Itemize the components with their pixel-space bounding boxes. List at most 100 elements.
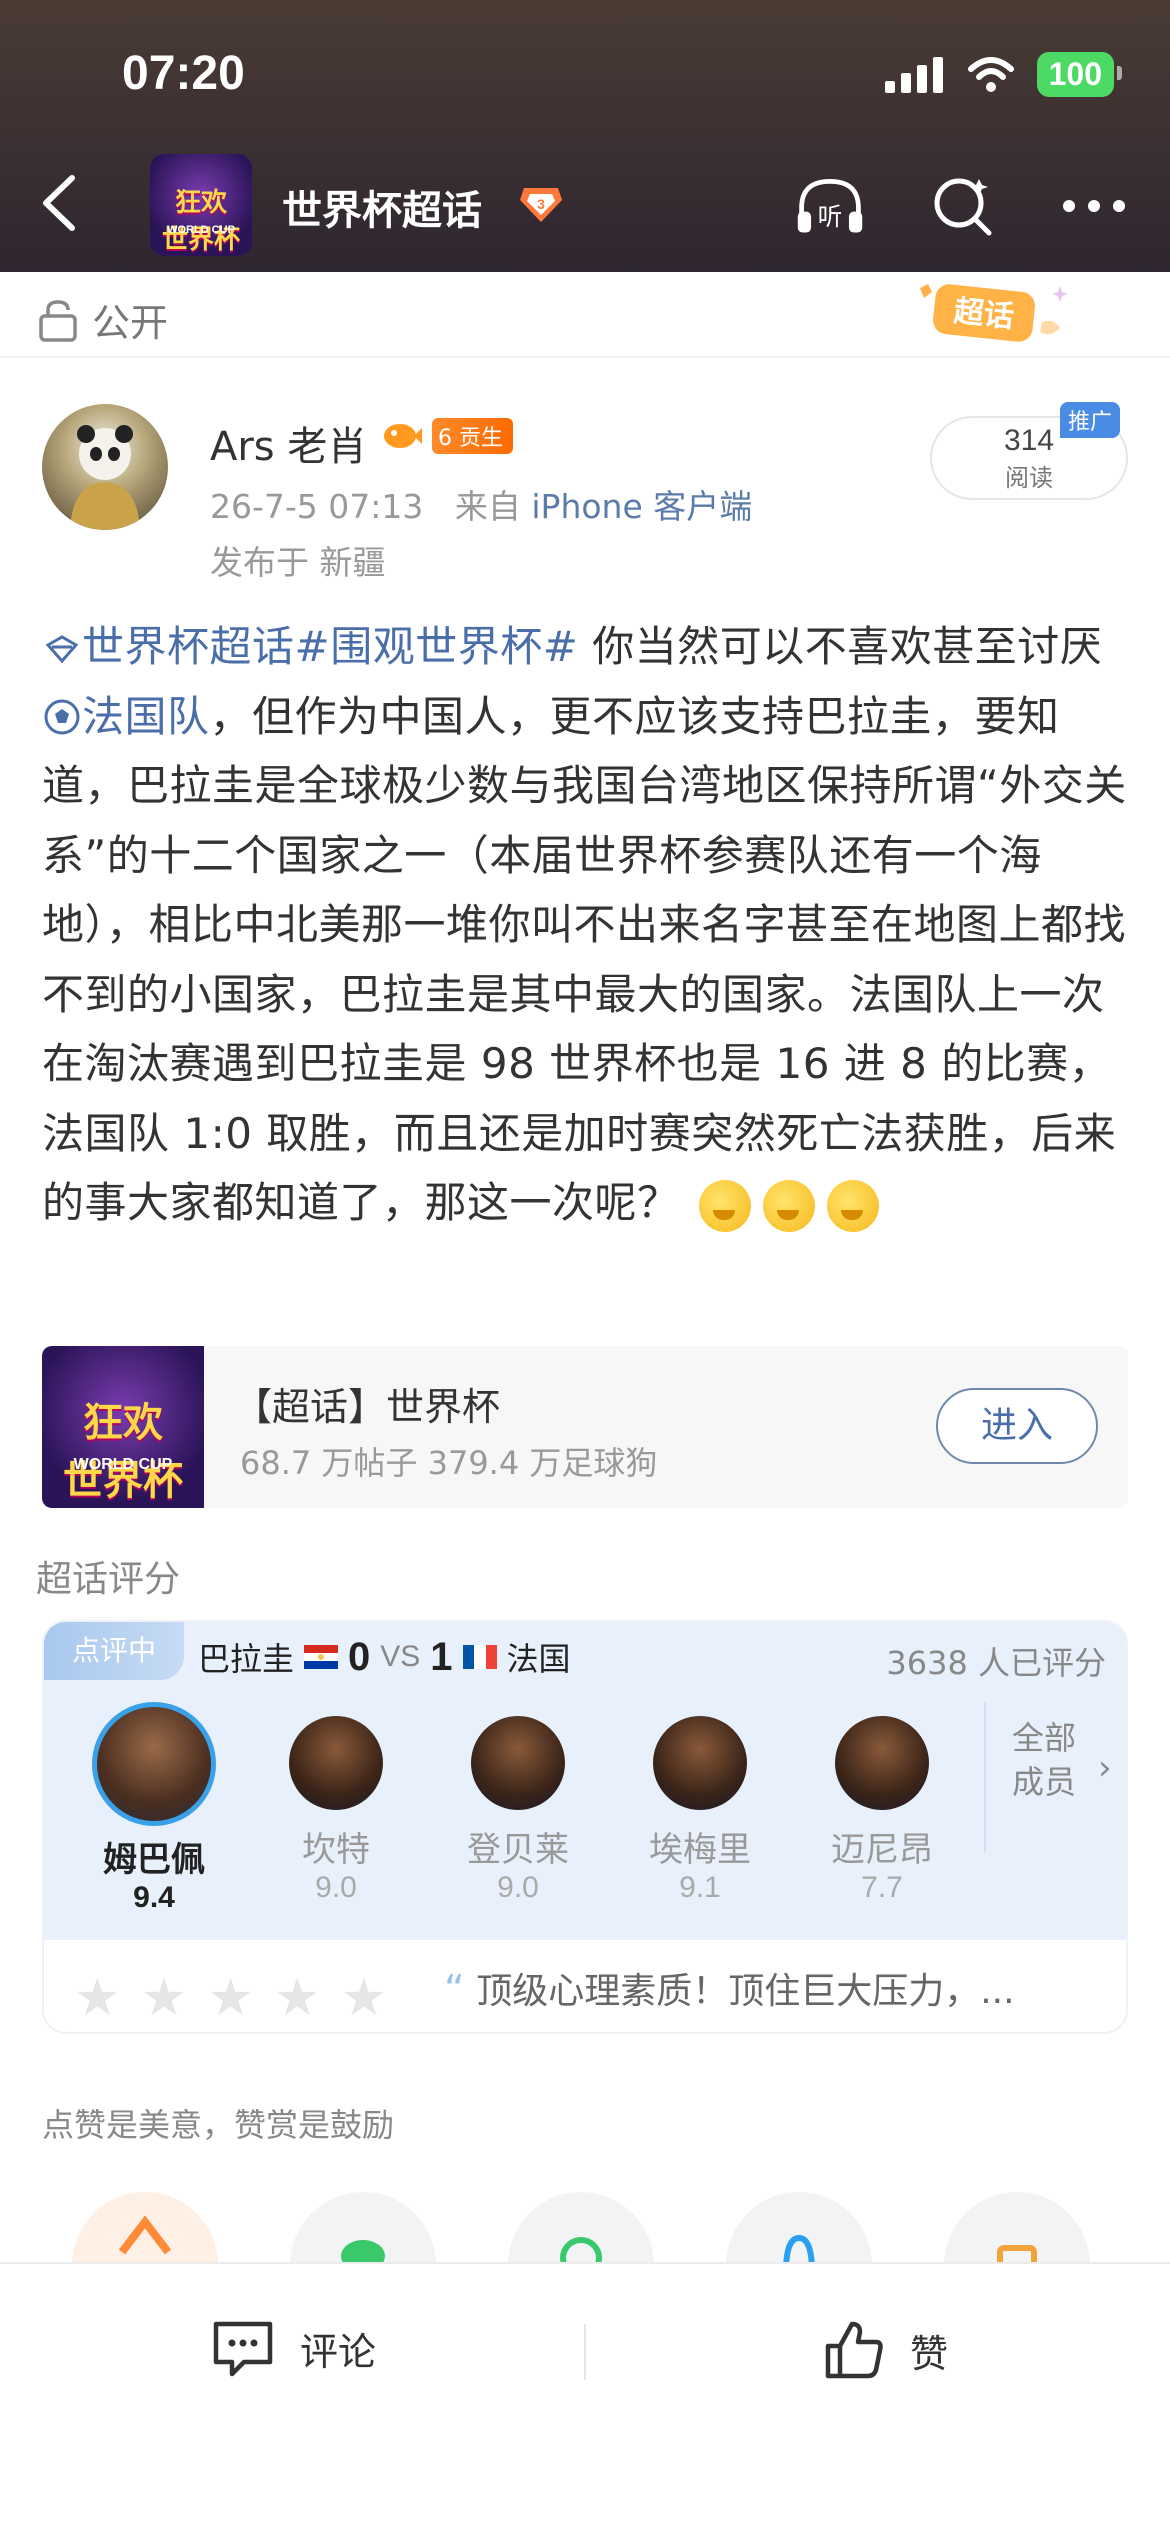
panda-avatar-icon <box>70 425 140 530</box>
star-icon[interactable]: ★ <box>74 1972 121 2024</box>
svg-text:3: 3 <box>537 196 545 212</box>
headphones-listen-icon: 听 <box>797 178 863 233</box>
player-avatar <box>92 1702 216 1826</box>
rated-count: 3638 人已评分 <box>886 1644 1106 1682</box>
group-logo-text: 狂欢 世界杯 <box>161 188 240 255</box>
comment-icon <box>213 2321 273 2377</box>
team-link[interactable]: 法国队 <box>42 692 210 741</box>
divider <box>0 356 1170 358</box>
away-score: 1 <box>430 1634 453 1679</box>
rating-section-label: 超话评分 <box>36 1559 181 1600</box>
more-button[interactable] <box>1058 170 1130 242</box>
battery-indicator: 100 <box>1036 52 1123 97</box>
all-members-label: 全部成员 <box>1012 1719 1077 1801</box>
paraguay-flag-icon <box>304 1645 339 1669</box>
player-name: 登贝莱 <box>467 1830 569 1870</box>
player-avatar <box>653 1716 747 1810</box>
topic-logo-text: 狂欢 世界杯 <box>63 1400 183 1504</box>
player-item[interactable]: 坎特 9.0 <box>246 1716 426 1905</box>
smirk-emoji-icon <box>763 1179 816 1232</box>
wifi-icon <box>967 56 1014 92</box>
group-logo[interactable]: 狂欢 世界杯 WORLD CUP <box>150 154 252 256</box>
post-location: 发布于 新疆 <box>210 543 386 582</box>
visibility-row: 公开 <box>38 292 168 347</box>
read-label: 阅读 <box>1005 464 1053 492</box>
divider <box>584 2324 586 2380</box>
home-score: 0 <box>348 1634 371 1679</box>
listen-button[interactable]: 听 <box>794 170 866 242</box>
badge-label: 贡生 <box>459 426 504 451</box>
away-team: 法国 <box>506 1640 571 1678</box>
more-icon <box>1063 200 1125 212</box>
all-members-button[interactable]: 全部成员 › <box>984 1702 1126 1852</box>
author-avatar[interactable] <box>42 404 168 530</box>
bottom-action-bar: 评论 赞 <box>0 2262 1170 2532</box>
post-content: 公开 超话 Ars 老肖 6 贡生 26-7-5 07:13 来自 iPhone <box>0 272 1170 2532</box>
author-badges: 6 贡生 <box>382 418 514 454</box>
user-star-rating[interactable]: ★ ★ ★ ★ ★ <box>74 1972 387 2024</box>
player-name: 埃梅里 <box>649 1830 751 1870</box>
search-icon <box>934 178 992 236</box>
review-snippet[interactable]: “ 顶级心理素质！顶住巨大压力，... <box>444 1962 1015 2014</box>
star-icon[interactable]: ★ <box>207 1972 254 2024</box>
status-icons: 100 <box>884 52 1123 97</box>
comment-label: 评论 <box>300 2329 377 2374</box>
super-topic-card[interactable]: 狂欢 世界杯 WORLD CUP 【超话】世界杯 68.7 万帖子 379.4 万… <box>42 1346 1128 1508</box>
back-button[interactable] <box>30 168 90 238</box>
soccer-ball-icon <box>44 699 80 734</box>
back-icon <box>43 175 75 231</box>
nav-actions: 听 <box>794 170 1130 242</box>
player-item[interactable]: 埃梅里 9.1 <box>610 1716 790 1905</box>
home-team: 巴拉圭 <box>198 1640 295 1678</box>
svg-text:超话: 超话 <box>952 294 1015 335</box>
comment-button[interactable]: 评论 <box>210 2318 376 2378</box>
player-avatar <box>471 1716 565 1810</box>
topic-link-chaohua[interactable]: 世界杯超话 <box>42 622 295 671</box>
review-snippet-text: 顶级心理素质！顶住巨大压力，... <box>476 1971 1015 2012</box>
svg-text:听: 听 <box>818 202 843 231</box>
player-avatar <box>289 1716 383 1810</box>
player-score: 9.0 <box>497 1871 539 1904</box>
quote-icon: “ <box>444 1967 465 2013</box>
post-body: 世界杯超话#围观世界杯# 你当然可以不喜欢甚至讨厌法国队，但作为中国人，更不应该… <box>42 612 1132 1238</box>
post-from-prefix: 来自 <box>454 487 521 526</box>
player-item[interactable]: 迈尼昂 7.7 <box>792 1716 972 1905</box>
smirk-emoji-icon <box>699 1179 752 1232</box>
status-time: 07:20 <box>122 47 245 100</box>
star-icon[interactable]: ★ <box>274 1972 321 2024</box>
player-item[interactable]: 姆巴佩 9.4 <box>64 1702 244 1915</box>
like-label: 赞 <box>910 2331 949 2376</box>
post-datetime: 26-7-5 07:13 <box>210 487 424 526</box>
vs-label: VS <box>380 1640 421 1673</box>
diamond-topic-icon <box>45 635 79 664</box>
level-badge-icon: 3 <box>520 188 562 222</box>
player-item[interactable]: 登贝莱 9.0 <box>428 1716 608 1905</box>
author-name[interactable]: Ars 老肖 <box>210 414 367 472</box>
chevron-right-icon: › <box>1098 1748 1112 1788</box>
topic-logo-sub: WORLD CUP <box>73 1456 173 1473</box>
rating-card: 点评中 巴拉圭 0 VS 1 法国 3638 人已评分 姆巴佩 9.4 坎特 9… <box>42 1620 1128 2034</box>
player-score: 9.4 <box>133 1881 175 1914</box>
search-button[interactable] <box>926 170 998 242</box>
page-title[interactable]: 世界杯超话 <box>282 178 482 236</box>
topic-card-stats: 68.7 万帖子 379.4 万足球狗 <box>240 1444 658 1482</box>
player-list: 姆巴佩 9.4 坎特 9.0 登贝莱 9.0 埃梅里 9.1 迈尼昂 7.7 <box>64 1702 1044 1938</box>
promo-tag[interactable]: 推广 <box>1060 402 1121 438</box>
player-score: 9.1 <box>679 1871 721 1904</box>
player-score: 7.7 <box>861 1871 903 1904</box>
post-text-1: 你当然可以不喜欢甚至讨厌 <box>578 622 1103 671</box>
match-line[interactable]: 巴拉圭 0 VS 1 法国 <box>198 1634 571 1680</box>
tip-label: 点赞是美意，赞赏是鼓励 <box>42 2106 395 2144</box>
smirk-emoji-icon <box>827 1179 880 1232</box>
chaohua-sticker-icon: 超话 <box>920 284 1068 342</box>
player-name: 坎特 <box>302 1830 370 1870</box>
badge-level: 6 <box>438 426 452 451</box>
like-button[interactable]: 赞 <box>822 2318 948 2382</box>
star-icon[interactable]: ★ <box>141 1972 188 2024</box>
visibility-label: 公开 <box>92 301 169 345</box>
signal-icon <box>884 56 943 93</box>
star-icon[interactable]: ★ <box>341 1972 388 2024</box>
post-source[interactable]: iPhone 客户端 <box>531 487 752 526</box>
topic-link-hashtag[interactable]: #围观世界杯# <box>295 622 579 671</box>
enter-button[interactable]: 进入 <box>936 1388 1098 1464</box>
